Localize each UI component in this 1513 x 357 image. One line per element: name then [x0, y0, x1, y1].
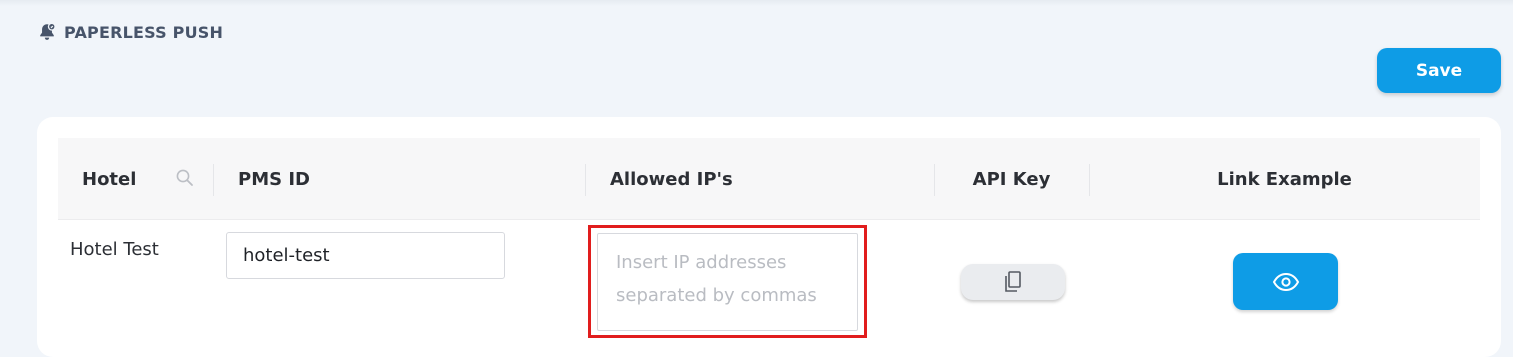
hotel-name: Hotel Test	[70, 239, 159, 260]
page-header: PAPERLESS PUSH	[36, 21, 223, 43]
column-header-api-key: API Key	[972, 168, 1051, 190]
top-shadow	[0, 0, 1513, 6]
column-header-link-example: Link Example	[1217, 168, 1352, 190]
search-icon[interactable]	[175, 168, 195, 188]
column-divider	[585, 164, 586, 196]
settings-card: Hotel PMS ID Allowed IP's API Key Link E…	[37, 117, 1501, 357]
copy-api-key-button[interactable]	[961, 264, 1065, 300]
column-divider	[213, 164, 214, 196]
table-header: Hotel PMS ID Allowed IP's API Key Link E…	[58, 138, 1480, 220]
pms-id-input[interactable]	[226, 232, 505, 279]
save-button[interactable]: Save	[1377, 48, 1501, 93]
column-header-allowed-ips: Allowed IP's	[610, 168, 733, 190]
copy-icon	[1005, 271, 1021, 292]
page-title: PAPERLESS PUSH	[64, 22, 224, 42]
column-header-pms-id: PMS ID	[238, 168, 310, 190]
eye-icon	[1272, 272, 1299, 291]
allowed-ips-textarea[interactable]	[597, 233, 858, 331]
bell-icon	[40, 22, 56, 40]
view-link-example-button[interactable]	[1233, 253, 1338, 310]
column-header-hotel[interactable]: Hotel	[82, 138, 136, 220]
